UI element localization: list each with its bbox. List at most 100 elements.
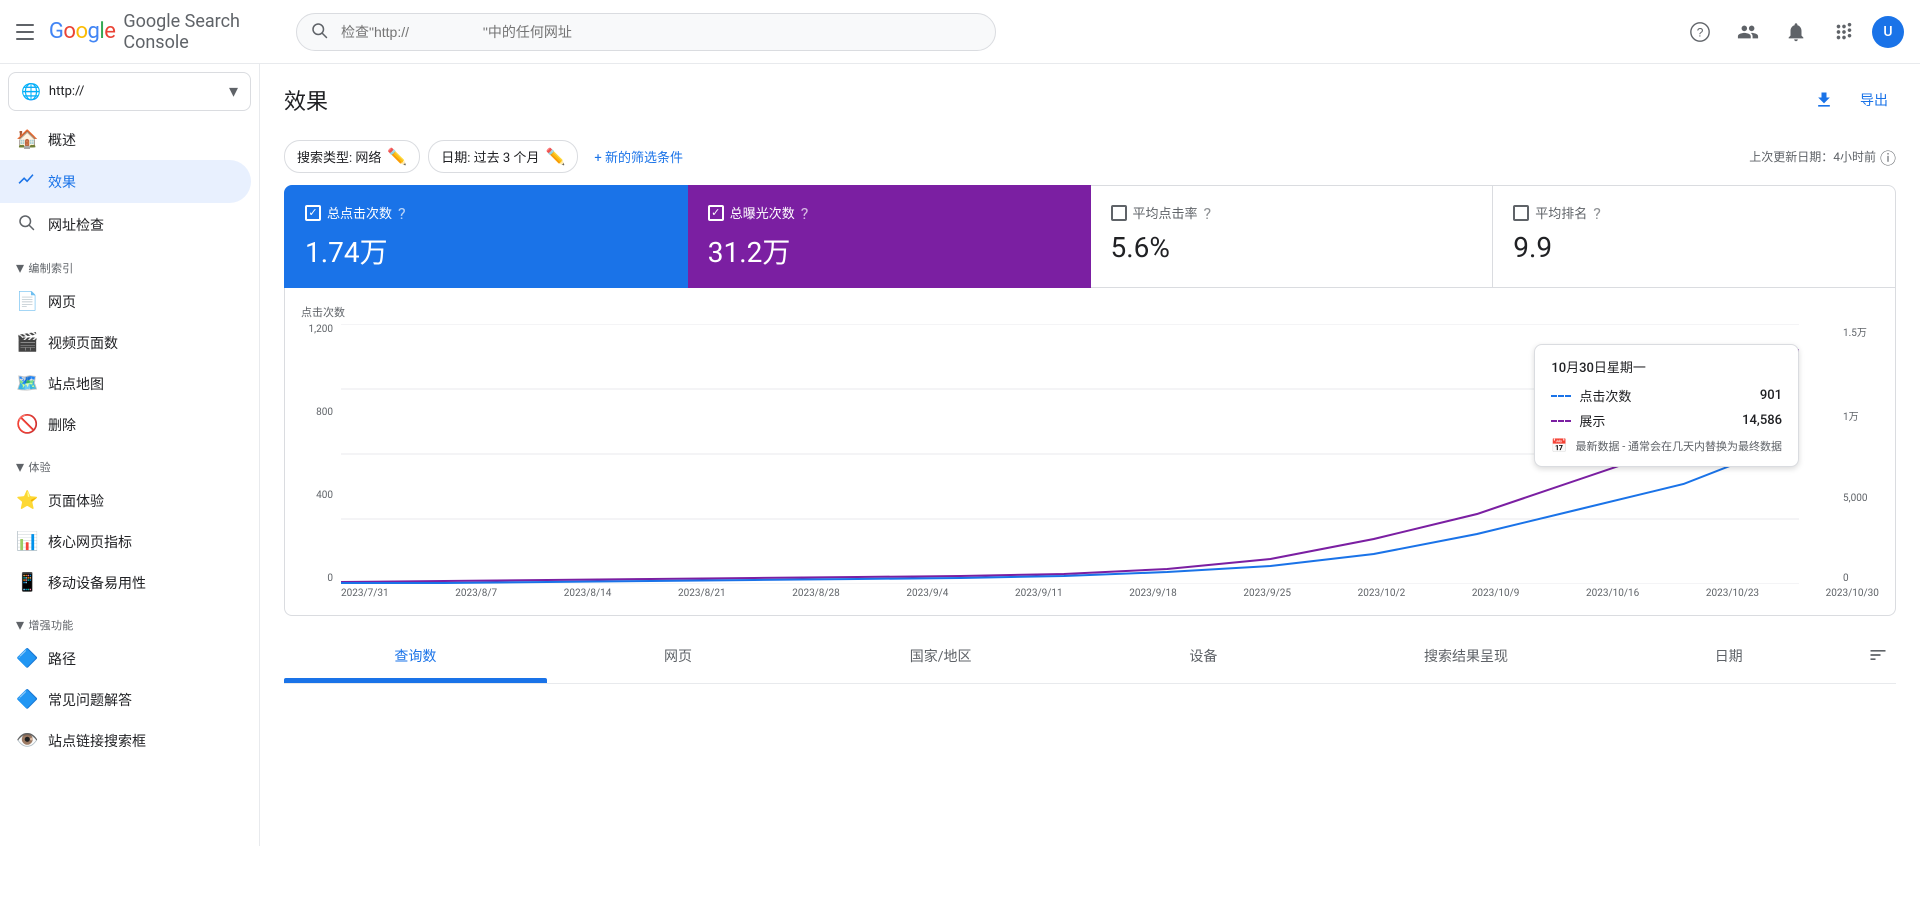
x-tick: 2023/7/31 [341,588,389,599]
add-filter-label: + 新的筛选条件 [594,147,683,166]
search-input[interactable] [296,13,996,51]
export-button[interactable]: 导出 [1852,82,1896,118]
ctr-label: 平均点击率 [1133,203,1198,222]
sidebar-item-paths[interactable]: 🔷 路径 [0,638,251,679]
sidebar-item-overview[interactable]: 🏠 概述 [0,119,251,160]
video-icon: 🎬 [16,332,36,353]
metrics-row: 总点击次数 ? 1.74万 总曝光次数 ? 31.2万 平均点击率 [284,185,1896,288]
topbar-left: Google Google Search Console [16,11,276,53]
sidebar-item-label: 站点链接搜索框 [48,731,146,751]
avatar[interactable]: U [1872,16,1904,48]
y-axis-right: 1.5万 1万 5,000 0 [1839,324,1879,584]
info-icon[interactable]: ⓘ [1880,145,1896,169]
main-layout: 🌐 http:// ▾ 🏠 概述 效果 [0,64,1920,846]
last-updated-text: 上次更新日期：4小时前 [1749,148,1876,165]
tooltip-note-text: 最新数据 - 通常会在几天内替换为最终数据 [1576,438,1783,454]
filter-rows-icon[interactable] [1860,637,1896,678]
tab-devices[interactable]: 设备 [1072,632,1335,683]
position-checkbox[interactable] [1513,205,1529,221]
x-axis: 2023/7/31 2023/8/7 2023/8/14 2023/8/21 2… [301,588,1879,599]
tooltip-note: 📅 最新数据 - 通常会在几天内替换为最终数据 [1551,438,1782,454]
sidebar-item-core-vitals[interactable]: 📊 核心网页指标 [0,521,251,562]
tab-search-appearance[interactable]: 搜索结果呈现 [1335,632,1598,683]
search-icon [310,21,328,43]
section-label-enhancements[interactable]: ▾ 增强功能 [0,607,259,638]
tab-label: 设备 [1189,649,1217,665]
x-tick: 2023/10/9 [1472,588,1520,599]
sidebar-item-url-inspection[interactable]: 网址检查 [0,203,251,246]
help-icon[interactable]: ? [1593,204,1601,223]
x-tick: 2023/8/28 [792,588,840,599]
chart-tooltip: 10月30日星期一 点击次数 901 展示 14,586 [1534,344,1799,467]
experience-section: ▾ 体验 ⭐ 页面体验 📊 核心网页指标 📱 移动设备易用性 [0,449,259,603]
sidebar-item-mobile[interactable]: 📱 移动设备易用性 [0,562,251,603]
x-tick: 2023/8/14 [564,588,612,599]
edit-icon[interactable]: ✏️ [545,147,565,166]
x-tick: 2023/8/7 [455,588,497,599]
search-bar[interactable] [296,13,996,51]
clicks-value: 1.74万 [305,231,667,271]
add-filter-button[interactable]: + 新的筛选条件 [586,141,691,172]
ctr-checkbox[interactable] [1111,205,1127,221]
sidebar-item-performance[interactable]: 效果 [0,160,251,203]
menu-icon[interactable] [16,20,37,44]
tab-label: 日期 [1715,649,1743,665]
help-icon[interactable]: ? [801,204,809,223]
page-header: 效果 导出 [284,64,1896,132]
sidebar-item-sitemap[interactable]: 🗺️ 站点地图 [0,363,251,404]
property-selector[interactable]: 🌐 http:// ▾ [8,72,251,111]
tab-pages[interactable]: 网页 [547,632,810,683]
x-tick: 2023/10/16 [1586,588,1639,599]
x-tick: 2023/9/18 [1129,588,1177,599]
section-label-indexing[interactable]: ▾ 编制索引 [0,250,259,281]
tab-queries[interactable]: 查询数 [284,632,547,683]
x-tick: 2023/9/4 [906,588,948,599]
topbar: Google Google Search Console ? [0,0,1920,64]
sidebar-item-label: 视频页面数 [48,333,118,353]
star-icon: ⭐ [16,490,36,511]
metric-card-impressions[interactable]: 总曝光次数 ? 31.2万 [688,185,1091,288]
sitemap-icon: 🗺️ [16,373,36,394]
edit-icon[interactable]: ✏️ [387,147,407,166]
accounts-button[interactable] [1728,12,1768,52]
download-button[interactable] [1804,80,1844,120]
notifications-button[interactable] [1776,12,1816,52]
clicks-checkbox[interactable] [305,205,321,221]
tooltip-clicks-row: 点击次数 901 [1551,386,1782,405]
web-icon: 📄 [16,291,36,312]
date-filter[interactable]: 日期: 过去 3 个月 ✏️ [428,140,578,173]
sidebar-item-search-box[interactable]: 👁️ 站点链接搜索框 [0,720,251,761]
help-button[interactable]: ? [1680,12,1720,52]
mobile-icon: 📱 [16,572,36,593]
sidebar-item-label: 删除 [48,415,76,435]
search-type-filter[interactable]: 搜索类型: 网络 ✏️ [284,140,420,173]
globe-icon: 🌐 [21,82,41,101]
tab-countries[interactable]: 国家/地区 [809,632,1072,683]
metric-card-ctr[interactable]: 平均点击率 ? 5.6% [1091,185,1494,288]
metric-card-position[interactable]: 平均排名 ? 9.9 [1493,185,1896,288]
position-value: 9.9 [1513,231,1875,264]
y-axis-label: 点击次数 [301,304,1879,320]
impressions-checkbox[interactable] [708,205,724,221]
clicks-label: 总点击次数 [327,203,392,222]
metric-card-clicks[interactable]: 总点击次数 ? 1.74万 [284,185,688,288]
sidebar-item-faq[interactable]: 🔷 常见问题解答 [0,679,251,720]
sidebar-item-video[interactable]: 🎬 视频页面数 [0,322,251,363]
tooltip-date: 10月30日星期一 [1551,357,1782,376]
y-right-tick: 1万 [1843,408,1859,423]
apps-button[interactable] [1824,12,1864,52]
sidebar-item-label: 效果 [48,172,76,192]
section-label-experience[interactable]: ▾ 体验 [0,449,259,480]
help-icon[interactable]: ? [1204,204,1212,223]
sidebar: 🌐 http:// ▾ 🏠 概述 效果 [0,64,260,846]
y-right-tick: 5,000 [1843,493,1867,504]
sidebar-item-page-exp[interactable]: ⭐ 页面体验 [0,480,251,521]
sidebar-item-removal[interactable]: 🚫 删除 [0,404,251,445]
tab-dates[interactable]: 日期 [1597,632,1860,683]
app-name: Google Search Console [123,11,276,53]
collapse-icon: ▾ [16,615,24,634]
help-icon[interactable]: ? [398,204,406,223]
x-tick: 2023/8/21 [678,588,726,599]
sidebar-item-web[interactable]: 📄 网页 [0,281,251,322]
y-right-tick: 1.5万 [1843,324,1867,339]
